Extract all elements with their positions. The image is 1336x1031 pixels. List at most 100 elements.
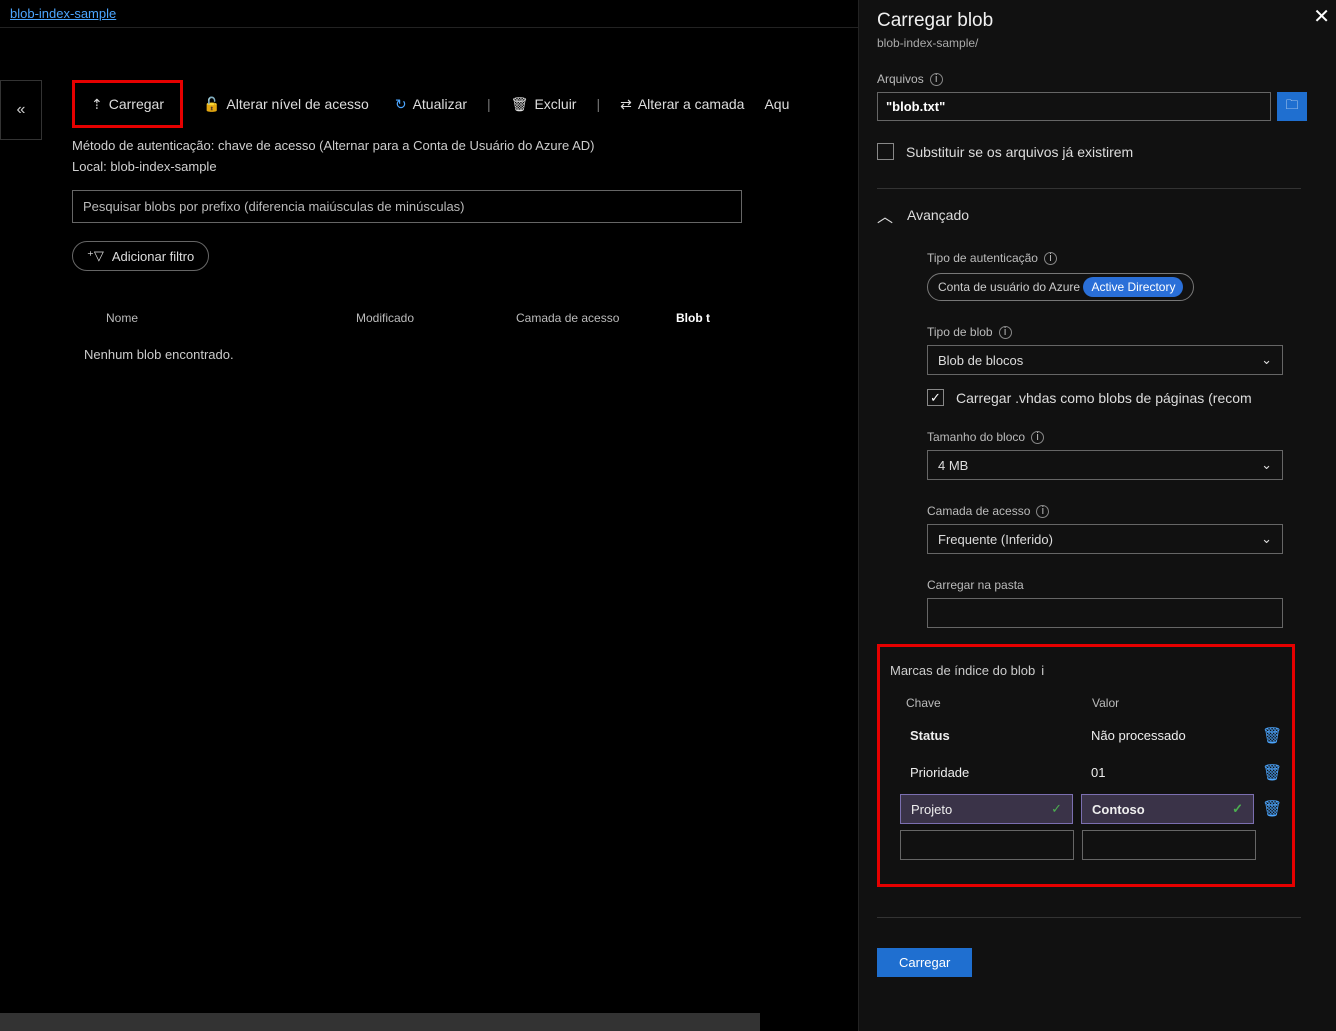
- tier-label: Alterar a camada: [638, 96, 745, 112]
- advanced-toggle[interactable]: ︿ Avançado: [877, 188, 1301, 227]
- tag-value[interactable]: 01: [1081, 757, 1254, 788]
- delete-tag-button[interactable]: 🗑: [1262, 726, 1282, 746]
- add-filter-button[interactable]: ⁺▽ Adicionar filtro: [72, 241, 209, 271]
- trash-icon: 🗑: [1262, 801, 1282, 818]
- info-icon[interactable]: i: [1036, 505, 1049, 518]
- auth-type-selected: Active Directory: [1083, 277, 1183, 297]
- search-blobs-input[interactable]: Pesquisar blobs por prefixo (diferencia …: [72, 190, 742, 223]
- auth-type-toggle[interactable]: Conta de usuário do Azure Active Directo…: [927, 273, 1194, 301]
- col-name[interactable]: Nome: [76, 311, 356, 325]
- panel-breadcrumb: blob-index-sample/: [877, 36, 1336, 50]
- index-tags-title: Marcas de índice do blob i: [890, 663, 1282, 678]
- trash-icon: 🗑: [1262, 765, 1282, 782]
- access-tier-label: Camada de acesso i: [927, 504, 1336, 518]
- access-tier-value: Frequente (Inferido): [938, 532, 1053, 547]
- browse-button[interactable]: 🗀: [1277, 92, 1307, 121]
- upload-folder-label: Carregar na pasta: [927, 578, 1336, 592]
- tag-row-editing: Projeto ✓ Contoso ✓ 🗑: [890, 794, 1282, 824]
- truncated-label: Aqu: [764, 96, 789, 112]
- auth-type-label: Tipo de autenticação i: [927, 251, 1336, 265]
- tag-key-input-empty[interactable]: [900, 830, 1074, 860]
- advanced-label: Avançado: [907, 207, 969, 223]
- chevron-down-icon: ⌄: [1261, 352, 1272, 368]
- info-icon[interactable]: i: [1041, 663, 1044, 678]
- overwrite-checkbox[interactable]: [877, 143, 894, 160]
- blob-type-label: Tipo de blob i: [927, 325, 1336, 339]
- divider: [877, 917, 1301, 918]
- info-icon[interactable]: i: [999, 326, 1012, 339]
- tag-key-input[interactable]: Projeto ✓: [900, 794, 1073, 824]
- blob-type-value: Blob de blocos: [938, 353, 1023, 368]
- tag-value-input-empty[interactable]: [1082, 830, 1256, 860]
- auth-method: Método de autenticação: chave de acesso …: [72, 138, 856, 153]
- blob-table-header: Nome Modificado Camada de acesso Blob t: [72, 311, 856, 325]
- upload-folder-input[interactable]: [927, 598, 1283, 628]
- delete-label: Excluir: [534, 96, 576, 112]
- file-input[interactable]: "blob.txt": [877, 92, 1271, 121]
- info-icon[interactable]: i: [930, 73, 943, 86]
- location-label: Local:: [72, 159, 107, 174]
- change-access-button[interactable]: 🔓 Alterar nível de acesso: [197, 92, 375, 117]
- upload-blob-panel: ✕ Carregar blob blob-index-sample/ Arqui…: [858, 0, 1336, 1031]
- filter-icon: ⁺▽: [87, 248, 104, 264]
- vhd-label: Carregar .vhdas como blobs de páginas (r…: [956, 390, 1252, 406]
- block-size-select[interactable]: 4 MB ⌄: [927, 450, 1283, 480]
- value-header: Valor: [1092, 696, 1119, 710]
- block-size-label: Tamanho do bloco i: [927, 430, 1336, 444]
- block-size-value: 4 MB: [938, 458, 968, 473]
- auth-switch-link[interactable]: (Alternar para a Conta de Usuário do Azu…: [319, 138, 594, 153]
- separator: |: [596, 96, 600, 112]
- advanced-section: Tipo de autenticação i Conta de usuário …: [927, 251, 1336, 628]
- collapse-sidebar[interactable]: «: [0, 80, 42, 140]
- col-tier[interactable]: Camada de acesso: [516, 311, 676, 325]
- access-tier-select[interactable]: Frequente (Inferido) ⌄: [927, 524, 1283, 554]
- vhd-checkbox-row[interactable]: Carregar .vhdas como blobs de páginas (r…: [927, 389, 1336, 406]
- upload-button-highlight: ⇡ Carregar: [72, 80, 183, 128]
- chevron-down-icon: ⌄: [1261, 457, 1272, 473]
- delete-tag-button[interactable]: 🗑: [1262, 799, 1282, 819]
- location-line: Local: blob-index-sample: [72, 159, 856, 174]
- delete-tag-button[interactable]: 🗑: [1262, 763, 1282, 783]
- upload-submit-button[interactable]: Carregar: [877, 948, 972, 977]
- vhd-checkbox[interactable]: [927, 389, 944, 406]
- close-icon[interactable]: ✕: [1313, 4, 1330, 29]
- check-icon: ✓: [1232, 801, 1243, 817]
- chevron-down-icon: ⌄: [1261, 531, 1272, 547]
- check-icon: ✓: [1051, 801, 1062, 817]
- files-label: Arquivos i: [877, 72, 1336, 86]
- auth-prefix: Método de autenticação: chave de acesso: [72, 138, 319, 153]
- tag-value-input[interactable]: Contoso ✓: [1081, 794, 1254, 824]
- refresh-button[interactable]: ↻ Atualizar: [389, 92, 473, 117]
- folder-icon: 🗀: [1285, 96, 1298, 118]
- overwrite-checkbox-row[interactable]: Substituir se os arquivos já existirem: [877, 143, 1336, 160]
- tag-value[interactable]: Não processado: [1081, 720, 1254, 751]
- key-header: Chave: [906, 696, 1092, 710]
- info-icon[interactable]: i: [1044, 252, 1057, 265]
- separator: |: [487, 96, 491, 112]
- col-blob-type[interactable]: Blob t: [676, 311, 710, 325]
- blob-type-select[interactable]: Blob de blocos ⌄: [927, 345, 1283, 375]
- tag-key[interactable]: Prioridade: [900, 757, 1073, 788]
- panel-title: Carregar blob: [877, 10, 1336, 32]
- upload-button[interactable]: ⇡ Carregar: [85, 92, 170, 117]
- index-tags-highlight: Marcas de índice do blob i Chave Valor S…: [877, 644, 1295, 887]
- trash-icon: 🗑: [511, 96, 529, 113]
- location-value: blob-index-sample: [110, 159, 216, 174]
- add-filter-label: Adicionar filtro: [112, 249, 194, 264]
- access-label: Alterar nível de acesso: [226, 96, 368, 112]
- tag-row: Status Não processado 🗑: [890, 720, 1282, 751]
- bottom-bar: [0, 1013, 760, 1031]
- tag-row: Prioridade 01 🗑: [890, 757, 1282, 788]
- toolbar: ⇡ Carregar 🔓 Alterar nível de acesso ↻ A…: [72, 80, 856, 128]
- trash-icon: 🗑: [1262, 728, 1282, 745]
- overwrite-label: Substituir se os arquivos já existirem: [906, 144, 1133, 160]
- change-tier-button[interactable]: ⇄ Alterar a camada: [614, 92, 750, 117]
- refresh-icon: ↻: [395, 96, 407, 113]
- tag-key[interactable]: Status: [900, 720, 1073, 751]
- upload-icon: ⇡: [91, 96, 103, 113]
- auth-type-aad[interactable]: Conta de usuário do Azure Active Directo…: [928, 274, 1193, 300]
- col-modified[interactable]: Modificado: [356, 311, 516, 325]
- tag-header-row: Chave Valor: [890, 696, 1282, 710]
- info-icon[interactable]: i: [1031, 431, 1044, 444]
- delete-button[interactable]: 🗑 Excluir: [505, 92, 583, 117]
